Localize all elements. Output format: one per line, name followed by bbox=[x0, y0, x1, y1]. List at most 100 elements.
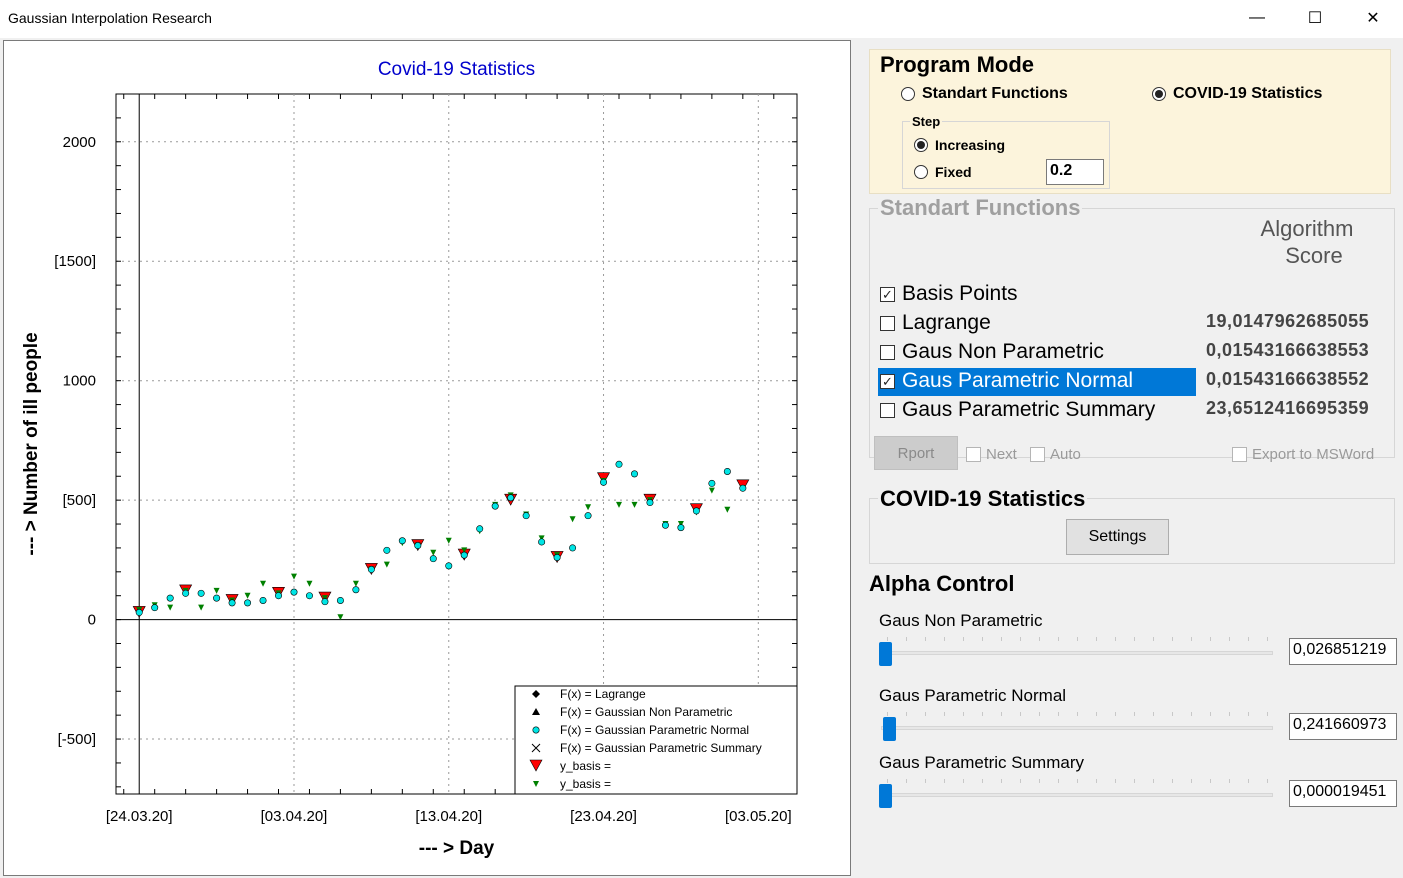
data-point-cyan-circle bbox=[692, 507, 700, 515]
x-tick-label: [03.04.20] bbox=[261, 808, 328, 825]
data-point-cyan-circle bbox=[228, 599, 236, 607]
export-msword-checkbox-label[interactable]: Export to MSWord bbox=[1252, 446, 1374, 463]
x-tick-label: [23.04.20] bbox=[570, 808, 637, 825]
data-point-cyan-circle bbox=[429, 555, 437, 563]
data-point-cyan-circle bbox=[182, 589, 190, 597]
data-point-cyan-circle bbox=[151, 604, 159, 612]
standart-functions-title: Standart Functions bbox=[878, 195, 1083, 221]
y-tick-label: [1500] bbox=[54, 253, 96, 270]
alpha-value-input[interactable]: 0,026851219 bbox=[1289, 638, 1397, 665]
minimize-button[interactable]: — bbox=[1228, 0, 1286, 36]
function-checkbox[interactable] bbox=[880, 403, 895, 418]
alpha-control-title: Alpha Control bbox=[869, 571, 1015, 596]
function-label[interactable]: Lagrange bbox=[902, 311, 991, 335]
alpha-slider-track[interactable] bbox=[881, 793, 1273, 797]
function-score: 0,01543166638553 bbox=[1206, 340, 1370, 360]
data-point-cyan-circle bbox=[584, 512, 592, 520]
y-tick-label: [500] bbox=[63, 492, 96, 509]
function-checkbox[interactable]: ✓ bbox=[880, 374, 895, 389]
increasing-radio[interactable] bbox=[914, 138, 928, 152]
close-button[interactable]: ✕ bbox=[1344, 0, 1402, 36]
function-score: 23,6512416695359 bbox=[1206, 398, 1370, 418]
alpha-slider-label: Gaus Parametric Normal bbox=[879, 686, 1067, 705]
covid-statistics-title: COVID-19 Statistics bbox=[878, 486, 1088, 512]
alpha-slider-thumb[interactable] bbox=[879, 784, 892, 808]
alpha-slider-track[interactable] bbox=[881, 726, 1273, 730]
data-point-cyan-circle bbox=[383, 546, 391, 554]
standart-functions-radio-label[interactable]: Standart Functions bbox=[922, 85, 1068, 103]
alpha-value-input[interactable]: 0,000019451 bbox=[1289, 780, 1397, 807]
y-tick-label: 0 bbox=[88, 612, 96, 629]
data-point-cyan-circle bbox=[166, 594, 174, 602]
covid-chart: Covid-19 Statistics 2000 [1500] 1000 [500] 0 [… bbox=[21, 59, 798, 859]
data-point-cyan-circle bbox=[213, 594, 221, 602]
function-item[interactable]: Gaus Non Parametric bbox=[878, 339, 1196, 367]
alpha-slider-label: Gaus Parametric Summary bbox=[879, 753, 1084, 772]
x-tick-label: [03.05.20] bbox=[725, 808, 792, 825]
data-point-cyan-circle bbox=[677, 524, 685, 532]
program-mode-title: Program Mode bbox=[880, 52, 1035, 77]
function-item[interactable]: ✓ Basis Points bbox=[878, 281, 1196, 309]
legend-label: F(x) = Gaussian Parametric Normal bbox=[560, 723, 749, 737]
data-point-cyan-circle bbox=[553, 553, 561, 561]
data-point-cyan-circle bbox=[491, 502, 499, 510]
function-label[interactable]: Basis Points bbox=[902, 282, 1018, 306]
auto-checkbox[interactable] bbox=[1030, 447, 1045, 462]
export-msword-checkbox[interactable] bbox=[1232, 447, 1247, 462]
data-point-cyan-circle bbox=[600, 478, 608, 486]
alpha-value-input[interactable]: 0,241660973 bbox=[1289, 713, 1397, 740]
y-axis-label: --- > Number of ill people bbox=[21, 332, 42, 555]
function-label[interactable]: Gaus Non Parametric bbox=[902, 340, 1104, 364]
increasing-radio-label[interactable]: Increasing bbox=[935, 137, 1005, 153]
alpha-slider-thumb[interactable] bbox=[879, 642, 892, 666]
data-point-cyan-circle bbox=[615, 460, 623, 468]
function-item[interactable]: Gaus Parametric Summary bbox=[878, 397, 1196, 425]
title-bar: Gaussian Interpolation Research — ☐ ✕ bbox=[0, 0, 1403, 38]
data-point-cyan-circle bbox=[723, 467, 731, 475]
maximize-button[interactable]: ☐ bbox=[1286, 0, 1344, 36]
data-point-cyan-circle bbox=[290, 588, 298, 596]
y-tick-label: [-500] bbox=[58, 731, 96, 748]
step-title: Step bbox=[910, 114, 943, 129]
alpha-slider-ticks bbox=[887, 779, 1268, 783]
data-point-cyan-circle bbox=[460, 551, 468, 559]
function-item[interactable]: Lagrange bbox=[878, 310, 1196, 338]
control-panel: Program Mode Standart Functions COVID-19… bbox=[852, 38, 1403, 878]
function-label[interactable]: Gaus Parametric Normal bbox=[902, 369, 1133, 393]
data-point-cyan-circle bbox=[197, 589, 205, 597]
data-point-cyan-circle bbox=[352, 586, 360, 594]
algorithm-score-header-line2: Score bbox=[1285, 243, 1343, 268]
fixed-step-input[interactable]: 0.2 bbox=[1046, 159, 1104, 185]
function-checkbox[interactable] bbox=[880, 316, 895, 331]
function-checkbox[interactable]: ✓ bbox=[880, 287, 895, 302]
report-button[interactable]: Rport bbox=[874, 436, 958, 470]
chart-legend bbox=[514, 685, 798, 795]
legend-label: y_basis = bbox=[560, 777, 611, 791]
alpha-slider-thumb[interactable] bbox=[882, 717, 896, 741]
data-point-cyan-circle bbox=[305, 592, 313, 600]
alpha-slider-track[interactable] bbox=[881, 651, 1273, 655]
covid-statistics-radio-label[interactable]: COVID-19 Statistics bbox=[1173, 85, 1322, 103]
chart-title: Covid-19 Statistics bbox=[378, 59, 535, 80]
data-point-cyan-circle bbox=[135, 608, 143, 616]
fixed-radio-label[interactable]: Fixed bbox=[935, 164, 972, 180]
next-checkbox-label[interactable]: Next bbox=[986, 446, 1017, 463]
next-checkbox[interactable] bbox=[966, 447, 981, 462]
function-label[interactable]: Gaus Parametric Summary bbox=[902, 398, 1155, 422]
data-point-cyan-circle bbox=[708, 479, 716, 487]
auto-checkbox-label[interactable]: Auto bbox=[1050, 446, 1081, 463]
data-point-cyan-circle bbox=[661, 521, 669, 529]
settings-button[interactable]: Settings bbox=[1066, 519, 1169, 555]
data-point-cyan-circle bbox=[569, 544, 577, 552]
y-tick-label: 2000 bbox=[63, 134, 96, 151]
fixed-radio[interactable] bbox=[914, 165, 928, 179]
standart-functions-radio[interactable] bbox=[901, 87, 915, 101]
data-point-cyan-circle bbox=[445, 562, 453, 570]
data-point-cyan-circle bbox=[522, 512, 530, 520]
legend-label: y_basis = bbox=[560, 759, 611, 773]
function-item[interactable]: ✓ Gaus Parametric Normal bbox=[878, 368, 1196, 396]
data-point-cyan-circle bbox=[630, 470, 638, 478]
function-checkbox[interactable] bbox=[880, 345, 895, 360]
alpha-slider-label: Gaus Non Parametric bbox=[879, 611, 1043, 630]
covid-statistics-radio[interactable] bbox=[1152, 87, 1166, 101]
